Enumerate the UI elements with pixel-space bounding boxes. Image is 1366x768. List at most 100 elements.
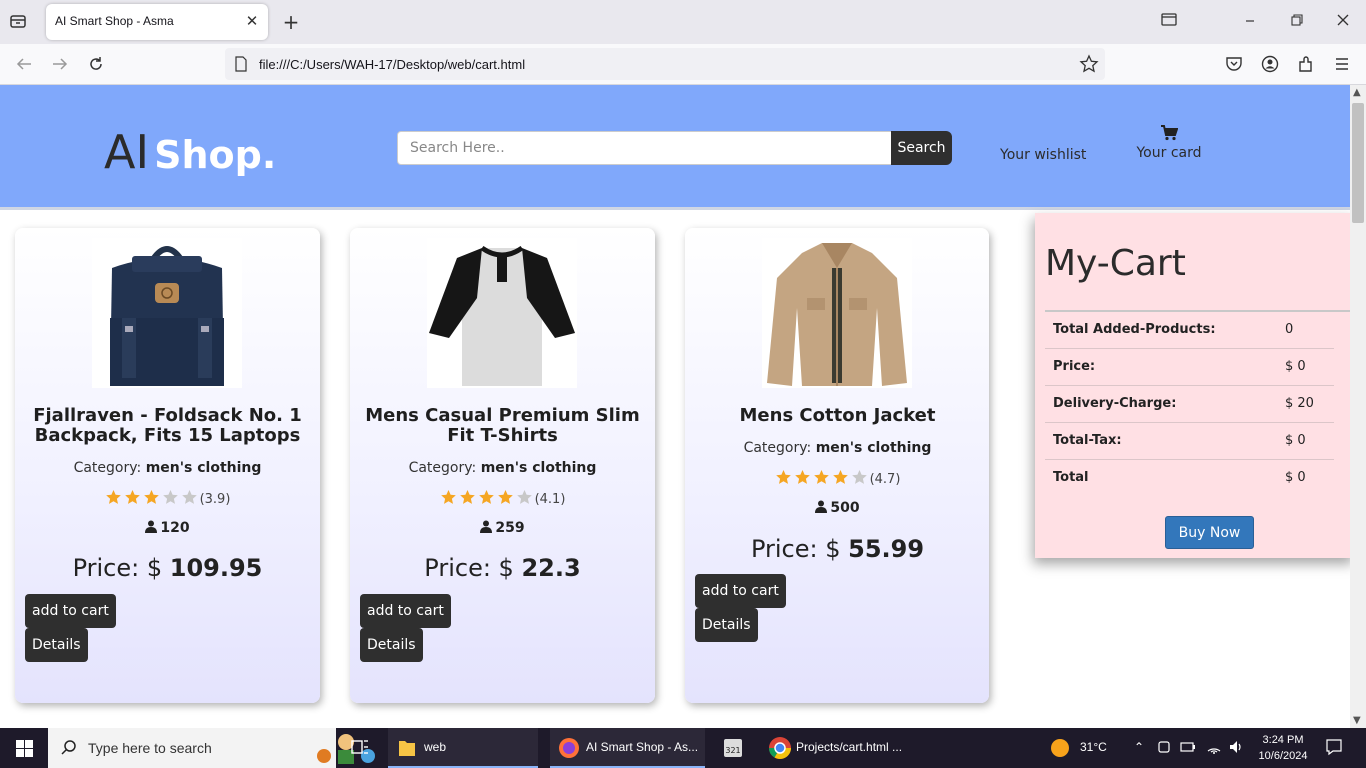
clock-date: 10/6/2024 (1258, 750, 1308, 762)
product-price: Price: $ 55.99 (695, 535, 980, 563)
product-image-backpack[interactable] (92, 238, 242, 388)
cart-row: Total Added-Products: 0 (1045, 312, 1334, 349)
star-filled-icon (143, 489, 160, 505)
search-button[interactable]: Search (891, 131, 952, 165)
price-label: Price: $ (72, 554, 163, 582)
site-logo[interactable]: AI Shop. (104, 125, 276, 179)
site-header: AI Shop. Search Your wishlist Your card (0, 85, 1350, 210)
taskbar-clock[interactable]: 3:24 PM 10/6/2024 (1255, 732, 1311, 764)
scroll-up-icon[interactable]: ▲ (1353, 87, 1361, 98)
pocket-icon[interactable] (1224, 54, 1244, 74)
bookmark-star-icon[interactable] (1079, 54, 1099, 74)
picture-in-picture-icon[interactable] (1157, 10, 1181, 34)
user-icon (480, 520, 493, 533)
taskbar-item-chrome[interactable]: Projects/cart.html ... (760, 728, 920, 768)
product-card: Mens Cotton Jacket Category: men's cloth… (685, 228, 989, 703)
cart-row-label: Total (1053, 470, 1089, 485)
taskbar-search-box[interactable]: Type here to search (48, 728, 375, 768)
new-tab-icon[interactable]: + (281, 11, 301, 33)
address-bar[interactable]: file:///C:/Users/WAH-17/Desktop/web/cart… (225, 48, 1105, 80)
star-filled-icon (794, 469, 811, 485)
add-to-cart-button[interactable]: add to cart (695, 574, 786, 608)
windows-taskbar: Type here to search web AI Smart Shop - … (0, 728, 1366, 768)
windows-start-icon[interactable] (16, 740, 33, 757)
notifications-icon[interactable] (1325, 738, 1343, 759)
url-text: file:///C:/Users/WAH-17/Desktop/web/cart… (259, 57, 526, 72)
forward-icon[interactable] (50, 54, 70, 74)
page-scrollbar[interactable]: ▲ ▼ (1350, 85, 1366, 728)
clock-time: 3:24 PM (1262, 734, 1304, 746)
tab-title: AI Smart Shop - Asma (55, 14, 174, 28)
star-filled-icon (832, 469, 849, 485)
menu-icon[interactable] (1332, 54, 1352, 74)
add-to-cart-button[interactable]: add to cart (360, 594, 451, 628)
browser-nav-bar: file:///C:/Users/WAH-17/Desktop/web/cart… (0, 44, 1366, 85)
product-title: Mens Cotton Jacket (739, 405, 936, 426)
back-icon[interactable] (14, 54, 34, 74)
user-icon (145, 520, 158, 533)
taskbar-item-label: AI Smart Shop - As... (586, 740, 699, 754)
show-hidden-icons-icon[interactable]: ⌃ (1134, 740, 1144, 754)
reload-icon[interactable] (86, 54, 106, 74)
media-app-icon[interactable]: 321 (722, 728, 744, 768)
cart-link[interactable]: Your card (1135, 125, 1203, 161)
meet-now-icon[interactable] (1157, 739, 1171, 758)
restore-icon[interactable] (1285, 10, 1309, 34)
product-category: Category: men's clothing (25, 460, 310, 476)
cart-row-value: $ 20 (1285, 396, 1314, 411)
rating-text: (3.9) (199, 492, 231, 507)
cart-row: Total-Tax: $ 0 (1045, 423, 1334, 460)
battery-icon[interactable] (1180, 739, 1196, 758)
category-label: Category: (743, 440, 812, 456)
extensions-icon[interactable] (1296, 54, 1316, 74)
product-category: Category: men's clothing (695, 440, 980, 456)
details-button[interactable]: Details (360, 628, 423, 662)
details-button[interactable]: Details (25, 628, 88, 662)
star-filled-icon (124, 489, 141, 505)
star-empty-icon (851, 469, 868, 485)
buy-now-button[interactable]: Buy Now (1165, 516, 1254, 549)
scroll-down-icon[interactable]: ▼ (1353, 715, 1361, 726)
close-tab-icon[interactable]: ✕ (244, 13, 260, 29)
account-icon[interactable] (1260, 54, 1280, 74)
page-icon (234, 56, 248, 72)
task-view-icon[interactable] (350, 728, 372, 768)
taskbar-item-web[interactable]: web (388, 728, 538, 768)
category-value: men's clothing (815, 440, 932, 456)
cart-summary-table: Total Added-Products: 0 Price: $ 0 Deliver… (1045, 310, 1350, 497)
cart-row: Total $ 0 (1045, 460, 1334, 497)
product-title: Fjallraven - Foldsack No. 1 Backpack, Fi… (33, 405, 302, 446)
temperature-text[interactable]: 31°C (1080, 740, 1107, 754)
search-input[interactable] (397, 131, 892, 165)
price-value: 109.95 (169, 554, 263, 582)
logo-shop: Shop. (154, 133, 277, 177)
weather-icon[interactable] (1050, 738, 1070, 762)
price-label: Price: $ (750, 535, 841, 563)
rating-stars (775, 469, 870, 487)
rating-stars (105, 489, 200, 507)
close-window-icon[interactable] (1331, 10, 1355, 34)
details-button[interactable]: Details (695, 608, 758, 642)
wishlist-link[interactable]: Your wishlist (1000, 147, 1086, 163)
taskbar-item-firefox[interactable]: AI Smart Shop - As... (550, 728, 705, 768)
tab-list-icon[interactable] (8, 11, 30, 33)
star-filled-icon (775, 469, 792, 485)
volume-icon[interactable] (1228, 739, 1244, 758)
add-to-cart-button[interactable]: add to cart (25, 594, 116, 628)
search-form: Search (397, 131, 952, 165)
browser-tab[interactable]: AI Smart Shop - Asma ✕ (46, 4, 268, 40)
wifi-icon[interactable] (1206, 739, 1222, 758)
cart-row-label: Delivery-Charge: (1053, 396, 1177, 411)
product-image-jacket[interactable] (762, 238, 912, 388)
taskbar-item-label: web (424, 740, 447, 754)
minimize-icon[interactable] (1238, 10, 1262, 34)
cart-title: My-Cart (1045, 243, 1186, 284)
cart-panel: My-Cart Total Added-Products: 0 Price: $ 0… (1035, 213, 1350, 558)
product-image-tshirt[interactable] (427, 238, 577, 388)
browser-tab-bar: AI Smart Shop - Asma ✕ + (0, 0, 1366, 44)
page-viewport: AI Shop. Search Your wishlist Your card (0, 85, 1350, 728)
cart-link-label: Your card (1136, 145, 1202, 161)
rating-text: (4.7) (869, 472, 901, 487)
folder-icon (398, 738, 416, 761)
scroll-thumb[interactable] (1352, 103, 1364, 223)
